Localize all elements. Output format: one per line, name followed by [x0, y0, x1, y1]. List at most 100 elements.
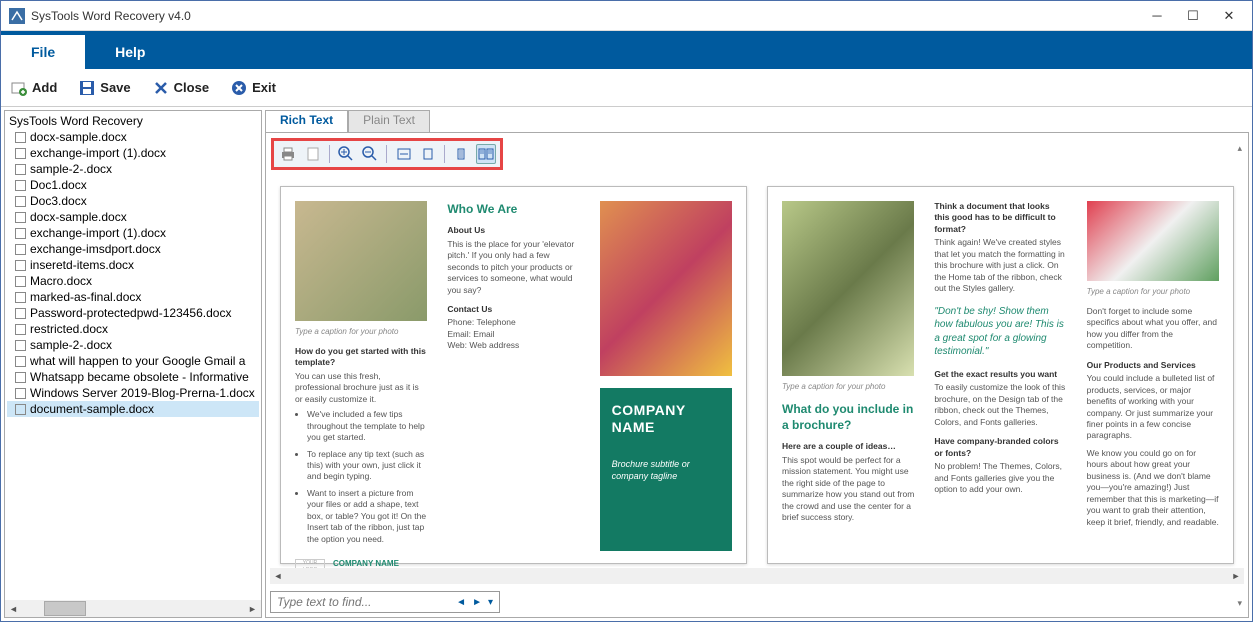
tree-item-label: Doc1.docx — [30, 178, 87, 192]
save-icon — [79, 80, 95, 96]
checkbox[interactable] — [15, 244, 26, 255]
contact-web: Web: Web address — [447, 340, 579, 351]
hscroll-right-icon[interactable]: ► — [1228, 568, 1244, 584]
file-tree[interactable]: SysTools Word Recovery docx-sample.docxe… — [5, 111, 261, 599]
maximize-button[interactable]: ☐ — [1178, 5, 1208, 27]
heading-contactus: Contact Us — [447, 304, 579, 315]
find-next-button[interactable]: ► — [470, 597, 484, 608]
tree-item[interactable]: exchange-import (1).docx — [7, 145, 259, 161]
hscroll-left-icon[interactable]: ◄ — [270, 568, 286, 584]
tree-item[interactable]: restricted.docx — [7, 321, 259, 337]
viewer-toolbar-row: ▴ — [266, 133, 1248, 172]
tree-item-label: Macro.docx — [30, 274, 92, 288]
checkbox[interactable] — [15, 292, 26, 303]
tree-item-label: restricted.docx — [30, 322, 108, 336]
close-button[interactable]: Close — [153, 80, 209, 96]
two-page-button[interactable] — [476, 144, 497, 164]
checkbox[interactable] — [15, 180, 26, 191]
checkbox[interactable] — [15, 212, 26, 223]
tree-item[interactable]: Windows Server 2019-Blog-Prerna-1.docx — [7, 385, 259, 401]
tree-item[interactable]: document-sample.docx — [7, 401, 259, 417]
menu-help[interactable]: Help — [85, 35, 175, 69]
bullet-list: We've included a few tips throughout the… — [295, 409, 427, 545]
list-item: Want to insert a picture from your files… — [307, 488, 427, 545]
hscroll-thumb[interactable] — [44, 601, 86, 616]
tree-item[interactable]: sample-2-.docx — [7, 337, 259, 353]
checkbox[interactable] — [15, 276, 26, 287]
exit-button[interactable]: Exit — [231, 80, 276, 96]
tree-item[interactable]: exchange-imsdport.docx — [7, 241, 259, 257]
checkbox[interactable] — [15, 356, 26, 367]
tree-item[interactable]: exchange-import (1).docx — [7, 225, 259, 241]
print-button[interactable] — [278, 144, 298, 164]
zoom-in-button[interactable] — [336, 144, 356, 164]
tab-rich-text[interactable]: Rich Text — [265, 110, 348, 132]
page1-col2: Who We Are About Us This is the place fo… — [447, 201, 579, 551]
checkbox[interactable] — [15, 228, 26, 239]
contact-email: Email: Email — [447, 329, 579, 340]
tree-item[interactable]: marked-as-final.docx — [7, 289, 259, 305]
heading-exactresults: Get the exact results you want — [934, 369, 1066, 380]
tree-item[interactable]: Whatsapp became obsolete - Informative — [7, 369, 259, 385]
photo-caption: Type a caption for your photo — [1087, 287, 1219, 298]
close-window-button[interactable]: ✕ — [1214, 5, 1244, 27]
find-prev-button[interactable]: ◄ — [454, 597, 468, 608]
tab-plain-text[interactable]: Plain Text — [348, 110, 430, 132]
checkbox[interactable] — [15, 260, 26, 271]
zoom-out-button[interactable] — [360, 144, 380, 164]
tree-item[interactable]: Macro.docx — [7, 273, 259, 289]
pages-container[interactable]: Type a caption for your photo How do you… — [266, 172, 1248, 568]
exit-label: Exit — [252, 80, 276, 95]
page-button[interactable] — [302, 144, 322, 164]
company-footer: YOUR LOGO HERE COMPANY NAME Address City… — [295, 559, 427, 568]
text-block: Think again! We've created styles that l… — [934, 237, 1066, 294]
menu-file[interactable]: File — [1, 35, 85, 69]
hscroll-track[interactable] — [286, 568, 1228, 584]
preview-page-1: Type a caption for your photo How do you… — [280, 186, 747, 564]
add-button[interactable]: Add — [11, 80, 57, 96]
checkbox[interactable] — [15, 388, 26, 399]
tree-item[interactable]: Password-protectedpwd-123456.docx — [7, 305, 259, 321]
tree-item[interactable]: Doc1.docx — [7, 177, 259, 193]
checkbox[interactable] — [15, 164, 26, 175]
tree-item[interactable]: sample-2-.docx — [7, 161, 259, 177]
tree-item[interactable]: docx-sample.docx — [7, 129, 259, 145]
hscroll-right-icon[interactable]: ► — [244, 600, 261, 617]
heading-brandedcolors: Have company-branded colors or fonts? — [934, 436, 1066, 459]
tree-root[interactable]: SysTools Word Recovery — [7, 113, 259, 129]
fit-page-button[interactable] — [418, 144, 438, 164]
tree-item[interactable]: Doc3.docx — [7, 193, 259, 209]
fit-width-button[interactable] — [393, 144, 413, 164]
find-dropdown-button[interactable]: ▾ — [486, 597, 495, 608]
sidebar-hscrollbar[interactable]: ◄ ► — [5, 600, 261, 617]
checkbox[interactable] — [15, 196, 26, 207]
logo-placeholder: YOUR LOGO HERE — [295, 559, 325, 568]
minimize-button[interactable]: ─ — [1142, 5, 1172, 27]
save-button[interactable]: Save — [79, 80, 130, 96]
add-label: Add — [32, 80, 57, 95]
heading-thinkdoc: Think a document that looks this good ha… — [934, 201, 1066, 235]
find-input[interactable] — [275, 594, 454, 610]
single-page-button[interactable] — [451, 144, 471, 164]
checkbox[interactable] — [15, 308, 26, 319]
preview-hscrollbar[interactable]: ◄ ► — [266, 568, 1248, 587]
page1-col3: COMPANYNAME Brochure subtitle or company… — [600, 201, 732, 551]
company-name-large: COMPANYNAME — [612, 402, 720, 436]
checkbox[interactable] — [15, 372, 26, 383]
title-bar: SysTools Word Recovery v4.0 ─ ☐ ✕ — [1, 1, 1252, 31]
checkbox[interactable] — [15, 132, 26, 143]
scroll-down-icon[interactable]: ▾ — [1237, 598, 1242, 609]
checkbox[interactable] — [15, 148, 26, 159]
tree-item[interactable]: what will happen to your Google Gmail a — [7, 353, 259, 369]
tree-item[interactable]: docx-sample.docx — [7, 209, 259, 225]
window-title: SysTools Word Recovery v4.0 — [31, 9, 1136, 23]
checkbox[interactable] — [15, 324, 26, 335]
page2-col1: Type a caption for your photo What do yo… — [782, 201, 914, 551]
testimonial-quote: "Don't be shy! Show them how fabulous yo… — [934, 305, 1066, 359]
checkbox[interactable] — [15, 340, 26, 351]
checkbox[interactable] — [15, 404, 26, 415]
scroll-up-icon[interactable]: ▴ — [1237, 143, 1242, 154]
tree-item-label: marked-as-final.docx — [30, 290, 141, 304]
tree-item[interactable]: inseretd-items.docx — [7, 257, 259, 273]
hscroll-left-icon[interactable]: ◄ — [5, 600, 22, 617]
